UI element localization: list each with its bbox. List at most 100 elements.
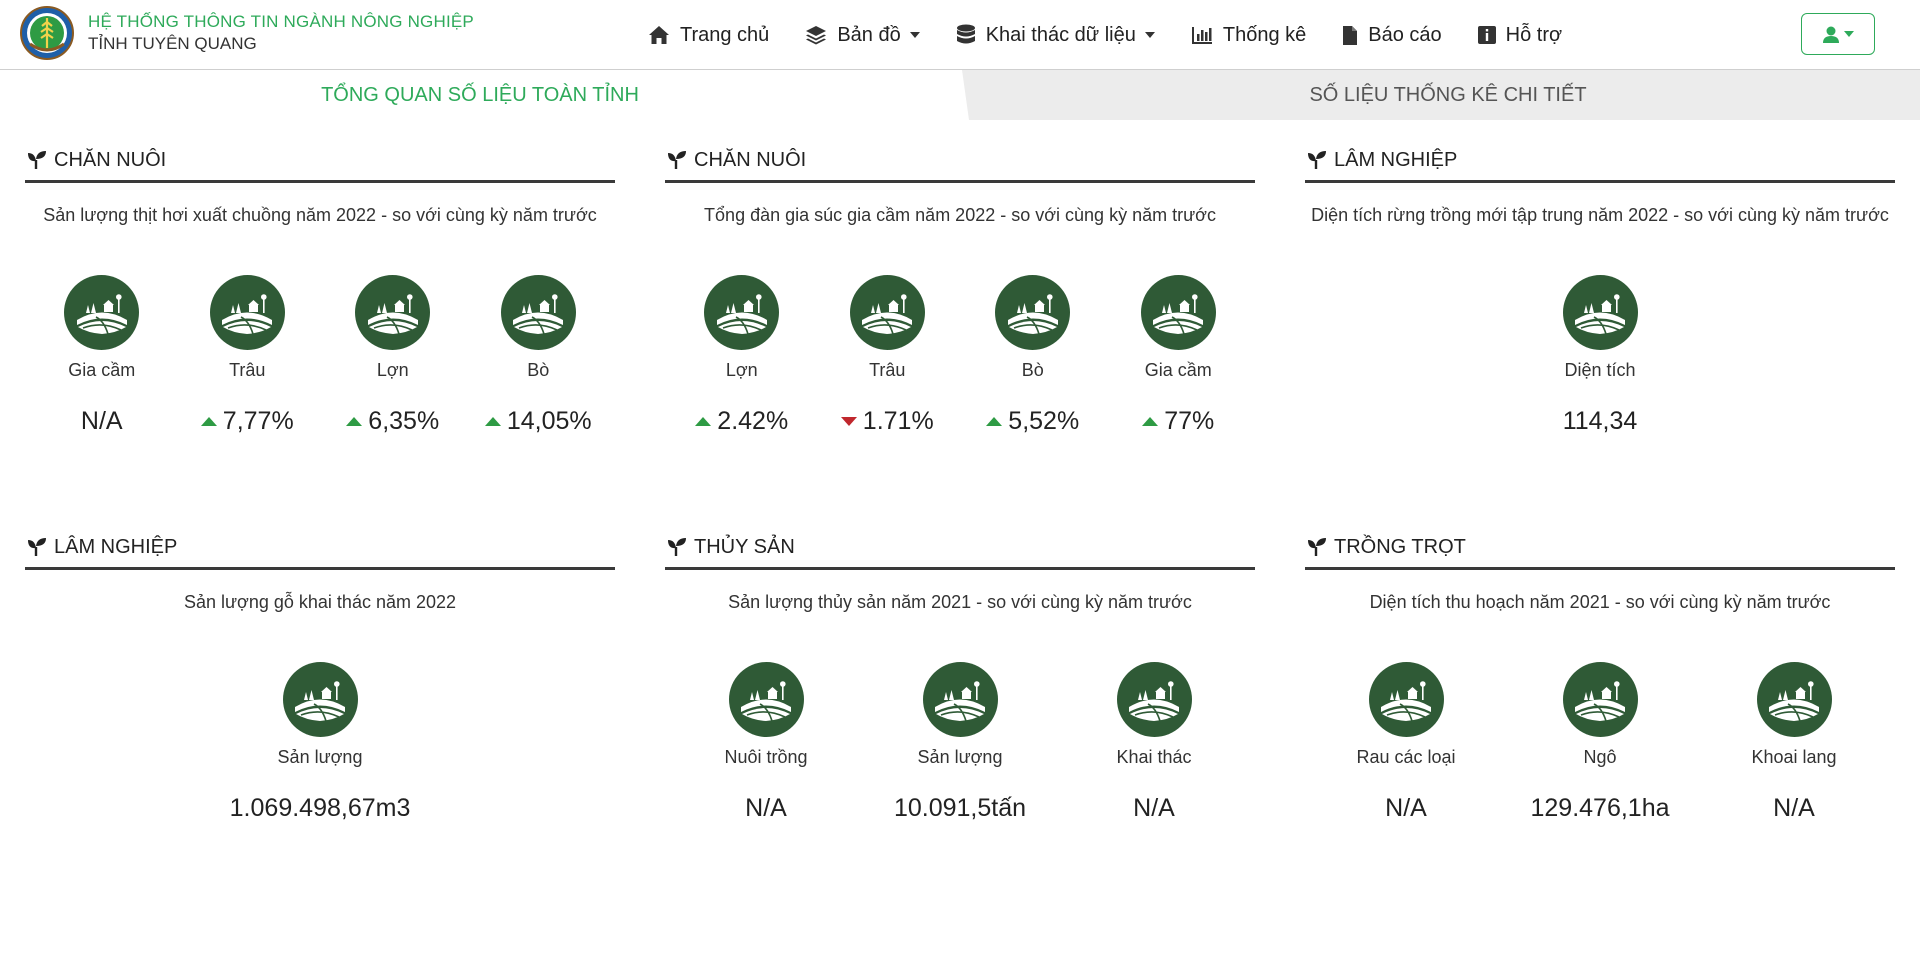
panel-title: THỦY SẢN [694, 536, 795, 558]
farm-icon [1129, 680, 1179, 721]
stat-icon-button[interactable] [209, 275, 285, 350]
nav-item-home[interactable]: Trang chủ [648, 15, 769, 55]
sprout-icon [668, 538, 686, 556]
panel-title: CHĂN NUÔI [54, 149, 167, 171]
stat-value-row: 114,34 [1563, 405, 1638, 437]
nav-item-statistics[interactable]: Thống kê [1191, 15, 1306, 55]
tab-bar: TỔNG QUAN SỐ LIỆU TOÀN TỈNH SỐ LIỆU THỐN… [0, 70, 1920, 120]
stat-label: Diện tích [1564, 360, 1636, 380]
stat-icon-button[interactable] [849, 275, 925, 350]
stat-label: Sản lượng [277, 747, 363, 767]
stat-panel: CHĂN NUÔI Tổng đàn gia súc gia cầm năm 20… [665, 141, 1255, 437]
stat-label: Bò [1021, 360, 1044, 380]
panel-header: CHĂN NUÔI [665, 141, 1255, 183]
stat-value: N/A [745, 793, 787, 822]
stat-value: 114,34 [1562, 406, 1638, 435]
stat-label: Trâu [229, 360, 266, 380]
stat-value-row: 10.091,5tấn [894, 792, 1026, 824]
stat-value: 5,52% [1008, 406, 1080, 435]
stat-panel: TRỒNG TRỌT Diện tích thu hoạch năm 2021 -… [1305, 528, 1895, 824]
stat-items: Lợn 2.42% Trâu 1.71% Bò 5,52% Gia cầm 77% [665, 275, 1255, 437]
stat-icon-button[interactable] [1562, 275, 1638, 350]
stat-icon-button[interactable] [282, 662, 358, 737]
trend-down-icon [840, 416, 857, 426]
stat-value-row: N/A [745, 792, 787, 824]
tab-overview[interactable]: TỔNG QUAN SỐ LIỆU TOÀN TỈNH [0, 70, 960, 120]
stat-icon-button[interactable] [1140, 275, 1216, 350]
nav-item-reports[interactable]: Báo cáo [1342, 15, 1442, 55]
stat-item: Rau các loại N/A [1333, 662, 1480, 824]
nav-item-data-mining[interactable]: Khai thác dữ liệu [956, 15, 1155, 55]
stat-icon-button[interactable] [704, 275, 780, 350]
panel-title: LÂM NGHIỆP [1334, 149, 1458, 171]
sprout-icon [28, 538, 46, 556]
stat-value: 1.71% [862, 406, 934, 435]
stat-label: Gia cầm [1144, 360, 1212, 380]
tab-label: SỐ LIỆU THỐNG KÊ CHI TIẾT [1309, 83, 1587, 106]
stat-icon-button[interactable] [64, 275, 140, 350]
trend-up-icon [346, 416, 363, 426]
nav-item-label: Báo cáo [1368, 23, 1442, 46]
stat-value: 7,77% [222, 406, 294, 435]
user-menu-button[interactable] [1801, 13, 1875, 55]
stat-item: Nuôi trồng N/A [693, 662, 840, 824]
panel-title: CHĂN NUÔI [694, 149, 807, 171]
stat-item: Gia cầm 77% [1106, 275, 1252, 437]
nav-item-support[interactable]: Hỗ trợ [1477, 15, 1563, 55]
stat-value: N/A [1133, 793, 1175, 822]
trend-up-icon [1142, 416, 1159, 426]
stat-label: Khai thác [1116, 747, 1192, 767]
stat-icon-button[interactable] [500, 275, 576, 350]
agriculture-logo-icon[interactable] [20, 6, 74, 60]
tab-detailed-statistics[interactable]: SỐ LIỆU THỐNG KÊ CHI TIẾT [962, 70, 1920, 120]
stat-items: Diện tích 114,34 [1305, 275, 1895, 437]
stat-panel: LÂM NGHIỆP Sản lượng gỗ khai thác năm 202… [25, 528, 615, 824]
stat-label: Khoai lang [1751, 747, 1837, 767]
farm-icon [1575, 293, 1625, 334]
panel-header: LÂM NGHIỆP [25, 528, 615, 570]
trend-up-icon [695, 416, 712, 426]
caret-down-icon [909, 32, 920, 38]
stat-item: Lợn 6,35% [320, 275, 466, 437]
stat-items: Gia cầm N/A Trâu 7,77% Lợn 6,35% Bò 14,05% [25, 275, 615, 437]
stat-value-row: 14,05% [484, 405, 592, 437]
stat-item: Bò 14,05% [466, 275, 612, 437]
nav-item-label: Khai thác dữ liệu [985, 23, 1136, 46]
farm-icon [1769, 680, 1819, 721]
farm-icon [1007, 293, 1058, 334]
stat-icon-button[interactable] [355, 275, 431, 350]
stat-items: Sản lượng 1.069.498,67m3 [25, 662, 615, 824]
farm-icon [741, 680, 791, 721]
stat-item: Ngô 129.476,1ha [1527, 662, 1674, 824]
stat-value-row: 1.71% [840, 405, 934, 437]
home-icon [649, 26, 669, 44]
stat-icon-button[interactable] [1116, 662, 1192, 737]
sprout-icon [1308, 151, 1326, 169]
panel-header: LÂM NGHIỆP [1305, 141, 1895, 183]
stat-icon-button[interactable] [995, 275, 1071, 350]
database-icon [956, 24, 975, 44]
stat-value-row: N/A [1385, 792, 1427, 824]
brand: HỆ THỐNG THÔNG TIN NGÀNH NÔNG NGHIỆP TỈN… [88, 12, 474, 55]
panel-subtitle: Diện tích thu hoạch năm 2021 - so với cù… [1369, 592, 1831, 612]
nav-item-label: Hỗ trợ [1505, 23, 1563, 46]
panel-header: CHĂN NUÔI [25, 141, 615, 183]
stat-value: N/A [80, 406, 123, 435]
stat-item: Bò 5,52% [960, 275, 1106, 437]
stat-label: Gia cầm [68, 360, 136, 380]
top-header: HỆ THỐNG THÔNG TIN NGÀNH NÔNG NGHIỆP TỈN… [0, 0, 1920, 70]
stat-icon-button[interactable] [1562, 662, 1638, 737]
stat-item: Lợn 2.42% [669, 275, 815, 437]
stat-label: Rau các loại [1356, 747, 1456, 767]
stat-icon-button[interactable] [728, 662, 804, 737]
panel-header: THỦY SẢN [665, 528, 1255, 570]
trend-up-icon [986, 416, 1003, 426]
stat-icon-button[interactable] [922, 662, 998, 737]
caret-down-icon [1144, 32, 1155, 38]
nav-item-map[interactable]: Bản đồ [805, 15, 920, 55]
stat-item: Sản lượng 10.091,5tấn [887, 662, 1034, 824]
stat-label: Sản lượng [917, 747, 1003, 767]
stat-icon-button[interactable] [1756, 662, 1832, 737]
stat-icon-button[interactable] [1368, 662, 1444, 737]
stat-value: N/A [1773, 793, 1815, 822]
